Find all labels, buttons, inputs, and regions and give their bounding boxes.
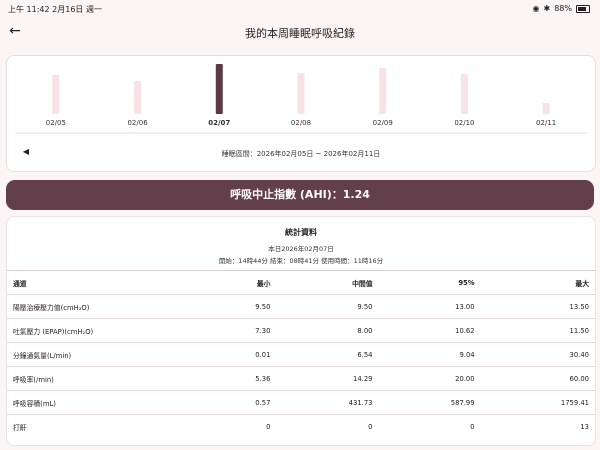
table-cell: 431.73 <box>276 390 379 415</box>
day-bar-02-09[interactable] <box>379 68 387 114</box>
table-cell: 6.54 <box>276 342 379 367</box>
table-cell: 13.00 <box>378 294 481 319</box>
stats-table: 通道 最小 中間值 95% 最大 陽壓治療壓力值(cmH₂O) 9.50 9.50 1… <box>7 270 595 438</box>
table-cell: 0.01 <box>199 342 277 367</box>
table-row: 陽壓治療壓力值(cmH₂O) 9.50 9.50 13.00 13.50 <box>7 294 595 319</box>
column-header: 95% <box>378 270 481 295</box>
table-cell: 9.50 <box>199 294 277 319</box>
status-time-date: 上午 11:42 2月16日 週一 <box>8 5 102 14</box>
battery-percent: 88% <box>554 4 572 13</box>
row-label: 呼吸率(/min) <box>7 366 199 391</box>
stats-card: 統計資料 本日2026年02月07日 開始：14時44分 結束：08時41分 使… <box>6 216 596 446</box>
week-chart-card: 02/05 02/06 02/07 02/08 02/09 02/10 02/11 ◀ 睡眠… <box>6 55 596 172</box>
day-label[interactable]: 02/09 <box>373 119 393 127</box>
table-cell: 587.99 <box>378 390 481 415</box>
table-header-row: 通道 最小 中間值 95% 最大 <box>7 270 595 295</box>
stats-date: 本日2026年02月07日 <box>268 245 334 253</box>
table-row: 打鼾 0 0 0 13 <box>7 414 595 438</box>
table-row: 呼吸容積(mL) 0.57 431.73 587.99 1759.41 <box>7 390 595 415</box>
table-cell: 60.00 <box>480 366 595 391</box>
battery-icon <box>576 4 590 13</box>
row-label: 打鼾 <box>7 414 199 438</box>
row-label: 分鐘通氣量(L/min) <box>7 342 199 367</box>
sleep-range-label: 睡眠區間：2026年02月05日 ~ 2026年02月11日 <box>221 150 381 158</box>
table-cell: 0.57 <box>199 390 277 415</box>
day-bar-02-06[interactable] <box>134 81 142 114</box>
table-cell: 1759.41 <box>480 390 595 415</box>
wifi-icon: ◉ <box>532 4 540 13</box>
row-label: 吐氣壓力 (EPAP)(cmH₂O) <box>7 318 199 343</box>
table-cell: 0 <box>199 414 277 438</box>
stats-title: 統計資料 <box>285 228 317 237</box>
table-cell: 20.00 <box>378 366 481 391</box>
column-header: 最大 <box>480 270 595 295</box>
app-bar: ← 我的本周睡眠呼吸紀錄 <box>0 18 600 48</box>
day-label[interactable]: 02/10 <box>454 119 474 127</box>
table-cell: 0 <box>276 414 379 438</box>
column-header: 最小 <box>199 270 277 295</box>
day-label[interactable]: 02/05 <box>46 119 66 127</box>
table-row: 呼吸率(/min) 5.36 14.29 20.00 60.00 <box>7 366 595 391</box>
stats-session-info: 開始：14時44分 結束：08時41分 使用時間：11時16分 <box>218 257 384 265</box>
table-cell: 9.04 <box>378 342 481 367</box>
table-cell: 13.50 <box>480 294 595 319</box>
table-cell: 7.30 <box>199 318 277 343</box>
day-label[interactable]: 02/11 <box>536 119 556 127</box>
status-bar: 上午 11:42 2月16日 週一 ◉ ✱ 88% <box>0 0 600 18</box>
table-cell: 5.36 <box>199 366 277 391</box>
day-label[interactable]: 02/06 <box>127 119 148 127</box>
column-header: 中間值 <box>276 270 379 295</box>
table-cell: 8.00 <box>276 318 379 343</box>
page-title: 我的本周睡眠呼吸紀錄 <box>245 27 355 40</box>
table-cell: 30.40 <box>480 342 595 367</box>
row-label: 陽壓治療壓力值(cmH₂O) <box>7 294 199 319</box>
day-bar-02-11[interactable] <box>542 103 550 114</box>
table-cell: 13 <box>480 414 595 438</box>
day-bar-02-08[interactable] <box>297 73 305 114</box>
table-cell: 9.50 <box>276 294 379 319</box>
ahi-banner: 呼吸中止指數 (AHI)：1.24 <box>6 180 594 210</box>
table-cell: 0 <box>378 414 481 438</box>
bluetooth-icon: ✱ <box>543 4 551 13</box>
table-cell: 11.50 <box>480 318 595 343</box>
day-bar-02-05[interactable] <box>52 75 60 114</box>
day-label[interactable]: 02/08 <box>291 119 311 127</box>
table-row: 吐氣壓力 (EPAP)(cmH₂O) 7.30 8.00 10.62 11.50 <box>7 318 595 343</box>
day-bar-02-10[interactable] <box>460 74 468 114</box>
table-cell: 14.29 <box>276 366 379 391</box>
day-label[interactable]: 02/07 <box>208 119 230 127</box>
day-bar-02-07[interactable] <box>215 64 223 114</box>
table-cell: 10.62 <box>378 318 481 343</box>
status-icons: ◉ ✱ 88% <box>533 4 590 13</box>
row-label: 呼吸容積(mL) <box>7 390 199 415</box>
table-row: 分鐘通氣量(L/min) 0.01 6.54 9.04 30.40 <box>7 342 595 367</box>
column-header: 通道 <box>7 270 199 295</box>
